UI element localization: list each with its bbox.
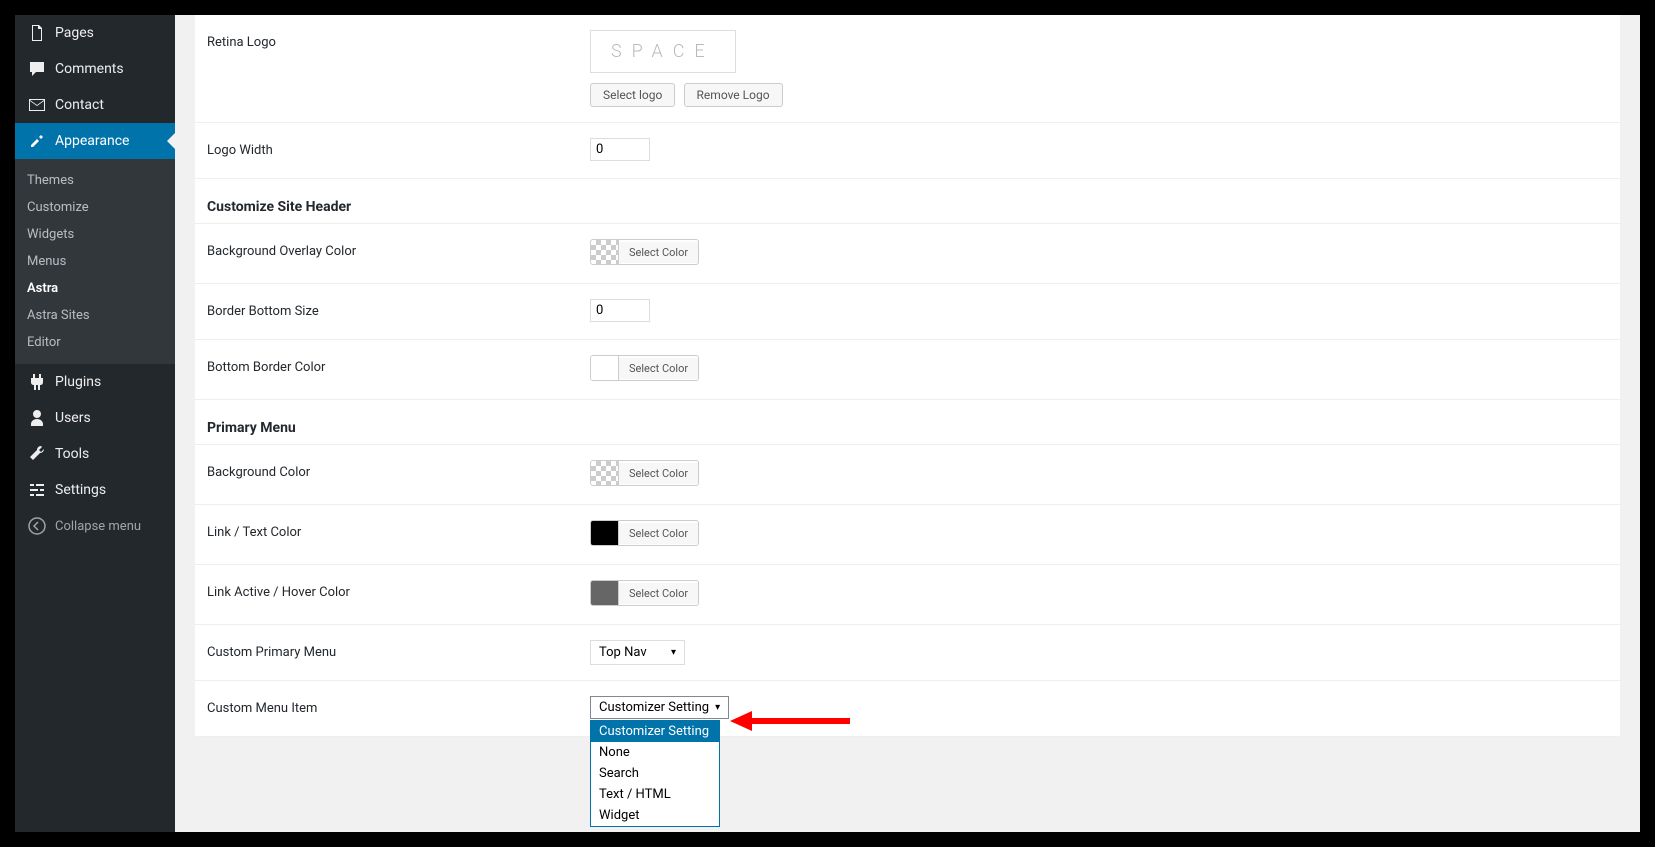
section-header-label: Customize Site Header (195, 179, 580, 224)
select-color-button[interactable]: Select Color (619, 242, 698, 263)
dropdown-option-search[interactable]: Search (591, 763, 719, 784)
color-swatch-white (591, 356, 619, 380)
main-content: Retina Logo SPACE Select logo Remove Log… (175, 15, 1640, 832)
sidebar-item-pages[interactable]: Pages (15, 15, 175, 51)
link-text-color-picker[interactable]: Select Color (590, 520, 699, 546)
users-icon (27, 408, 47, 428)
select-value: Top Nav (599, 645, 647, 660)
section-primary-label: Primary Menu (195, 400, 580, 445)
plugins-icon (27, 372, 47, 392)
bg-color-picker[interactable]: Select Color (590, 460, 699, 486)
sidebar-label: Users (55, 410, 91, 426)
link-active-color-picker[interactable]: Select Color (590, 580, 699, 606)
sidebar-item-comments[interactable]: Comments (15, 51, 175, 87)
sidebar-item-users[interactable]: Users (15, 400, 175, 436)
bg-overlay-label: Background Overlay Color (195, 224, 580, 284)
submenu-astra-sites[interactable]: Astra Sites (15, 302, 175, 329)
select-color-button[interactable]: Select Color (619, 523, 698, 544)
remove-logo-button[interactable]: Remove Logo (684, 83, 783, 107)
border-bottom-label: Border Bottom Size (195, 284, 580, 340)
sidebar-item-plugins[interactable]: Plugins (15, 364, 175, 400)
custom-menu-item-dropdown: Customizer Setting None Search Text / HT… (590, 720, 720, 827)
sidebar-label: Contact (55, 97, 104, 113)
color-swatch-transparent (591, 461, 619, 485)
bottom-border-color-picker[interactable]: Select Color (590, 355, 699, 381)
pages-icon (27, 23, 47, 43)
sidebar-label: Tools (55, 446, 89, 462)
select-color-button[interactable]: Select Color (619, 463, 698, 484)
custom-primary-menu-label: Custom Primary Menu (195, 625, 580, 681)
logo-preview: SPACE (590, 30, 736, 73)
submenu-customize[interactable]: Customize (15, 194, 175, 221)
submenu-astra[interactable]: Astra (15, 275, 175, 302)
select-color-button[interactable]: Select Color (619, 358, 698, 379)
comments-icon (27, 59, 47, 79)
sidebar-item-appearance[interactable]: Appearance (15, 123, 175, 159)
sidebar-item-tools[interactable]: Tools (15, 436, 175, 472)
logo-width-label: Logo Width (195, 123, 580, 179)
sidebar-label: Settings (55, 482, 106, 498)
bottom-border-color-label: Bottom Border Color (195, 340, 580, 400)
custom-menu-item-select[interactable]: Customizer Setting (590, 696, 729, 719)
retina-logo-label: Retina Logo (195, 15, 580, 123)
dropdown-option-text-html[interactable]: Text / HTML (591, 784, 719, 805)
color-swatch-black (591, 521, 619, 545)
custom-menu-item-label: Custom Menu Item (195, 681, 580, 737)
sidebar-item-contact[interactable]: Contact (15, 87, 175, 123)
border-bottom-input[interactable] (590, 299, 650, 322)
collapse-icon (27, 516, 47, 536)
submenu-themes[interactable]: Themes (15, 167, 175, 194)
submenu-editor[interactable]: Editor (15, 329, 175, 356)
settings-form-table: Retina Logo SPACE Select logo Remove Log… (195, 15, 1620, 737)
select-logo-button[interactable]: Select logo (590, 83, 675, 107)
tools-icon (27, 444, 47, 464)
collapse-label: Collapse menu (55, 519, 141, 534)
submenu-widgets[interactable]: Widgets (15, 221, 175, 248)
settings-icon (27, 480, 47, 500)
submenu-menus[interactable]: Menus (15, 248, 175, 275)
sidebar-label: Pages (55, 25, 94, 41)
dropdown-option-widget[interactable]: Widget (591, 805, 719, 826)
link-active-color-label: Link Active / Hover Color (195, 565, 580, 625)
select-value: Customizer Setting (599, 700, 709, 715)
logo-width-input[interactable] (590, 138, 650, 161)
admin-sidebar: Pages Comments Contact Appearance Themes… (15, 15, 175, 832)
sidebar-label: Plugins (55, 374, 101, 390)
dropdown-option-none[interactable]: None (591, 742, 719, 763)
color-swatch-gray (591, 581, 619, 605)
dropdown-option-customizer[interactable]: Customizer Setting (591, 721, 719, 742)
collapse-menu-button[interactable]: Collapse menu (15, 508, 175, 544)
contact-icon (27, 95, 47, 115)
select-color-button[interactable]: Select Color (619, 583, 698, 604)
annotation-arrow-icon (730, 706, 850, 736)
color-swatch-transparent (591, 240, 619, 264)
bg-overlay-color-picker[interactable]: Select Color (590, 239, 699, 265)
sidebar-item-settings[interactable]: Settings (15, 472, 175, 508)
bg-color-label: Background Color (195, 445, 580, 505)
appearance-submenu: Themes Customize Widgets Menus Astra Ast… (15, 159, 175, 364)
sidebar-label: Comments (55, 61, 124, 77)
sidebar-label: Appearance (55, 133, 129, 149)
appearance-icon (27, 131, 47, 151)
custom-primary-menu-select[interactable]: Top Nav (590, 640, 685, 665)
link-text-color-label: Link / Text Color (195, 505, 580, 565)
